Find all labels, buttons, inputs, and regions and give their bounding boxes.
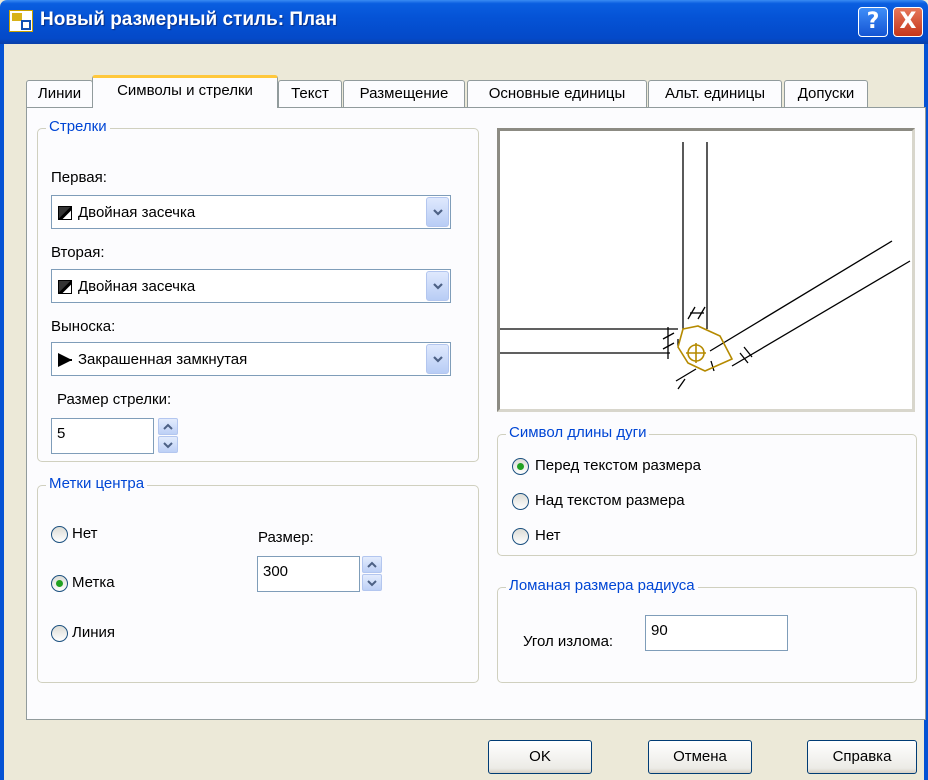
- spin-up-icon[interactable]: [362, 556, 382, 573]
- tab-symbols-arrows[interactable]: Символы и стрелки: [92, 75, 278, 108]
- center-mark-none-label[interactable]: Нет: [72, 525, 98, 542]
- arrow-size-input[interactable]: 5: [51, 418, 154, 454]
- arrow-size-label: Размер стрелки:: [57, 391, 172, 408]
- leader-arrow-label: Выноска:: [51, 318, 116, 335]
- help-button[interactable]: Справка: [807, 740, 917, 774]
- tab-tolerances[interactable]: Допуски: [784, 80, 868, 107]
- radius-jog-group-title: Ломаная размера радиуса: [506, 577, 698, 594]
- center-mark-line-radio[interactable]: [51, 625, 68, 642]
- arrowheads-group: Стрелки Первая: Двойная засечка Вторая: …: [37, 118, 479, 462]
- spin-down-icon[interactable]: [158, 436, 178, 453]
- second-arrow-label: Вторая:: [51, 244, 105, 261]
- jog-angle-input[interactable]: 90: [645, 615, 788, 651]
- closed-filled-arrow-icon: [58, 353, 72, 367]
- center-mark-line-label[interactable]: Линия: [72, 624, 115, 641]
- arc-none-label[interactable]: Нет: [535, 527, 561, 544]
- center-mark-size-input[interactable]: 300: [257, 556, 360, 592]
- arrowheads-group-title: Стрелки: [46, 118, 110, 135]
- center-mark-none-radio[interactable]: [51, 526, 68, 543]
- center-mark-mark-label[interactable]: Метка: [72, 574, 115, 591]
- chevron-down-icon[interactable]: [426, 197, 449, 227]
- second-arrow-value: Двойная засечка: [78, 278, 196, 295]
- arc-before-text-label[interactable]: Перед текстом размера: [535, 457, 701, 474]
- leader-arrow-select[interactable]: Закрашенная замкнутая: [51, 342, 451, 376]
- chevron-down-icon[interactable]: [426, 271, 449, 301]
- jog-angle-label: Угол излома:: [523, 633, 614, 650]
- window-frame-left: [0, 44, 4, 780]
- spin-up-icon[interactable]: [158, 418, 178, 435]
- preview-drawing: [500, 142, 911, 390]
- spin-down-icon[interactable]: [362, 574, 382, 591]
- radius-jog-group: Ломаная размера радиуса Угол излома: 90: [497, 577, 917, 683]
- close-button[interactable]: X: [893, 7, 923, 37]
- cancel-button[interactable]: Отмена: [648, 740, 752, 774]
- center-marks-group: Метки центра Нет Метка Линия Размер: 300: [37, 475, 479, 683]
- first-arrow-label: Первая:: [51, 169, 107, 186]
- leader-arrow-value: Закрашенная замкнутая: [78, 351, 248, 368]
- arc-none-radio[interactable]: [512, 528, 529, 545]
- arc-above-text-radio[interactable]: [512, 493, 529, 510]
- arc-length-group: Символ длины дуги Перед текстом размера …: [497, 424, 917, 556]
- first-arrow-value: Двойная засечка: [78, 204, 196, 221]
- tab-lines[interactable]: Линии: [26, 80, 93, 107]
- first-arrow-select[interactable]: Двойная засечка: [51, 195, 451, 229]
- tab-alt-units[interactable]: Альт. единицы: [648, 80, 782, 107]
- arc-above-text-label[interactable]: Над текстом размера: [535, 492, 685, 509]
- second-arrow-select[interactable]: Двойная засечка: [51, 269, 451, 303]
- tab-fit[interactable]: Размещение: [343, 80, 465, 107]
- oblique-arrow-icon: [58, 206, 72, 220]
- center-marks-group-title: Метки центра: [46, 475, 148, 492]
- app-icon: [9, 10, 33, 32]
- arrow-size-stepper[interactable]: [158, 418, 178, 454]
- tab-primary-units[interactable]: Основные единицы: [467, 80, 647, 107]
- arc-length-group-title: Символ длины дуги: [506, 424, 650, 441]
- arc-before-text-radio[interactable]: [512, 458, 529, 475]
- dimension-style-preview: [497, 128, 915, 412]
- window-title: Новый размерный стиль: План: [40, 9, 338, 30]
- tab-panel: Стрелки Первая: Двойная засечка Вторая: …: [26, 107, 926, 720]
- tab-text[interactable]: Текст: [278, 80, 342, 107]
- center-mark-size-stepper[interactable]: [362, 556, 382, 592]
- help-title-button[interactable]: ?: [858, 7, 888, 37]
- ok-button[interactable]: OK: [488, 740, 592, 774]
- chevron-down-icon[interactable]: [426, 344, 449, 374]
- center-mark-size-label: Размер:: [258, 529, 314, 546]
- center-mark-mark-radio[interactable]: [51, 575, 68, 592]
- title-bar[interactable]: Новый размерный стиль: План ? X: [0, 0, 928, 44]
- oblique-arrow-icon: [58, 280, 72, 294]
